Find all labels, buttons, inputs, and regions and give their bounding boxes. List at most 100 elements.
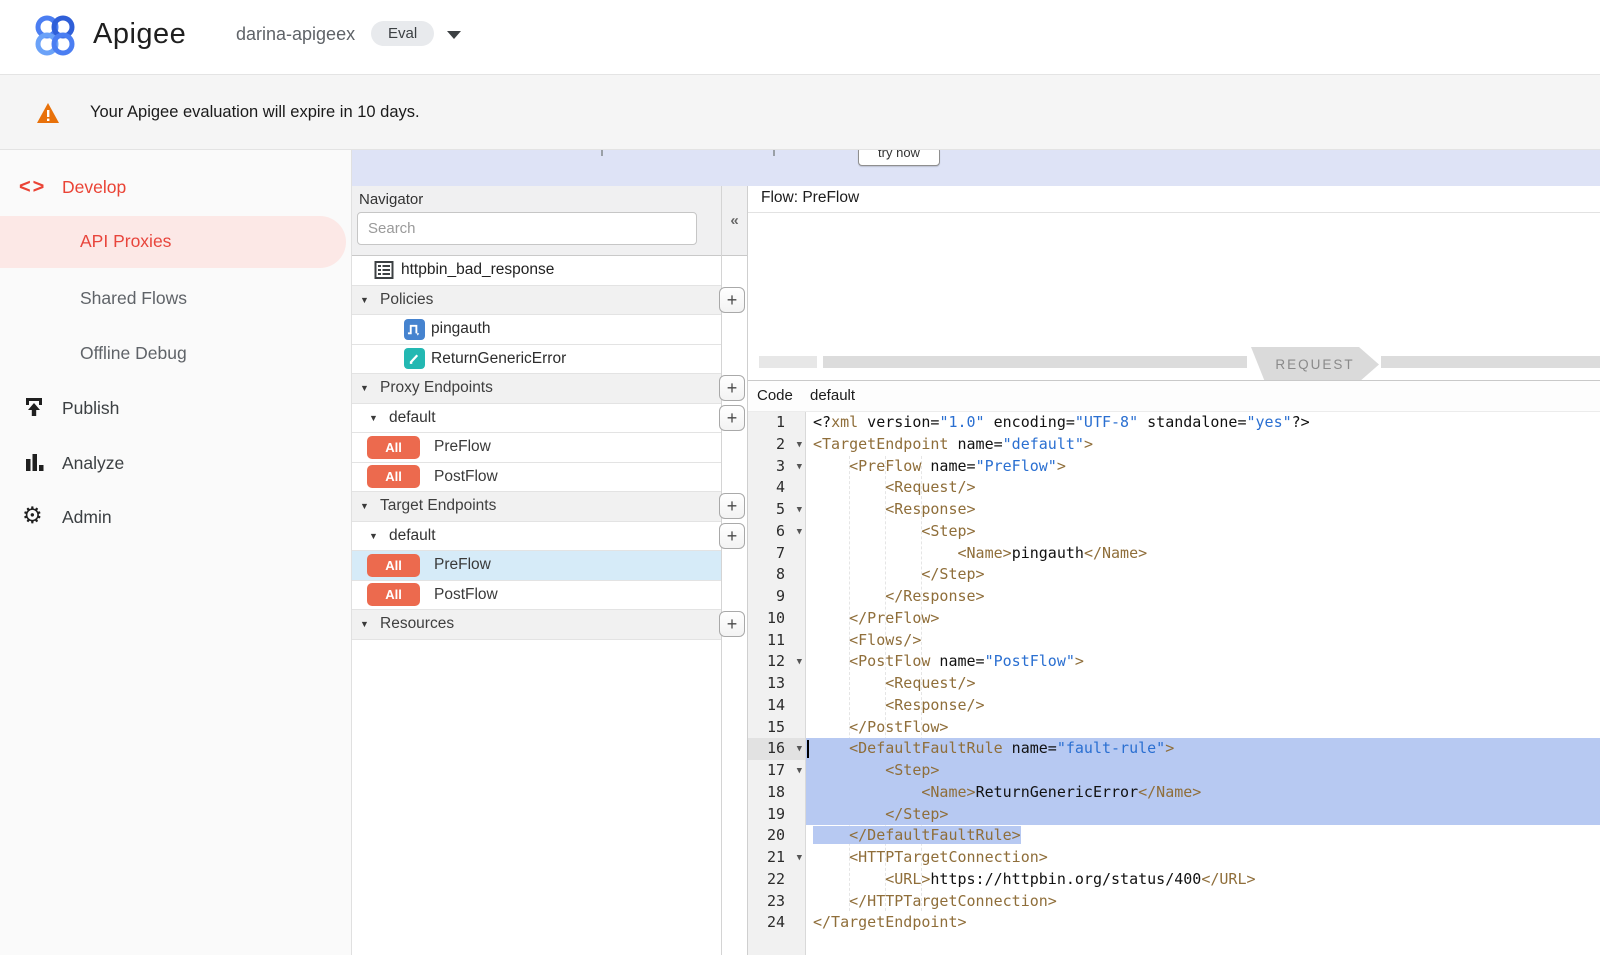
top-bar: Apigee darina-apigeex Eval [0,0,1600,75]
line-number-20: 20 [748,825,805,847]
line-number-3: 3▼ [748,456,805,478]
collapse-triangle-icon[interactable]: ▼ [369,413,383,423]
code-line-1: <?xml version="1.0" encoding="UTF-8" sta… [806,412,1600,434]
try-now-button[interactable]: try now [858,150,940,166]
navigator-tree: httpbin_bad_response▼Policies+pingauthRe… [352,256,721,640]
nav-row-label: default [389,527,436,545]
code-line-10: </PreFlow> [806,608,1600,630]
collapse-navigator-button[interactable]: « [722,212,747,229]
fold-toggle-icon[interactable]: ▼ [797,500,802,522]
apigee-logo-icon [32,13,78,59]
pulse-policy-icon [404,319,425,340]
nav-row-httpbin-bad-response-0[interactable]: httpbin_bad_response [352,256,721,286]
admin-gear-icon: ⚙ [22,504,46,528]
add-button-target-endpoints[interactable]: + [719,493,745,519]
nav-row-pingauth-2[interactable]: pingauth [352,315,721,345]
code-line-4: <Request/> [806,477,1600,499]
add-button-proxy-endpoints[interactable]: + [719,375,745,401]
nav-row-proxy-endpoints-4[interactable]: ▼Proxy Endpoints+ [352,374,721,404]
code-line-6: <Step> [806,521,1600,543]
collapse-triangle-icon[interactable]: ▼ [360,619,374,629]
clipped-toolbar-artifact [601,150,603,156]
nav-row-label: Policies [380,291,433,309]
warning-icon [36,102,60,124]
tab-default[interactable]: default [810,387,855,404]
flow-line [1381,356,1600,368]
add-button-default[interactable]: + [719,405,745,431]
collapse-triangle-icon[interactable]: ▼ [369,531,383,541]
nav-row-default-9[interactable]: ▼default+ [352,522,721,552]
flow-panel-header: Flow: PreFlow [748,186,1600,213]
try-now-label: try now [859,150,939,160]
nav-row-label: Target Endpoints [380,497,496,515]
line-number-1: 1 [748,412,805,434]
code-line-15: </PostFlow> [806,717,1600,739]
add-button-resources[interactable]: + [719,611,745,637]
nav-row-policies-1[interactable]: ▼Policies+ [352,286,721,316]
nav-row-resources-12[interactable]: ▼Resources+ [352,610,721,640]
line-number-8: 8 [748,564,805,586]
sidebar-item-offline-debug[interactable]: Offline Debug [80,343,187,369]
line-number-9: 9 [748,586,805,608]
nav-row-label: PreFlow [434,438,491,456]
fold-toggle-icon[interactable]: ▼ [797,457,802,479]
nav-row-returngenericerror-3[interactable]: ReturnGenericError [352,345,721,375]
sidebar-item-develop[interactable]: <> Develop [0,174,351,204]
collapse-triangle-icon[interactable]: ▼ [360,383,374,393]
sidebar-item-admin[interactable]: ⚙ Admin [0,504,351,534]
line-number-15: 15 [748,717,805,739]
line-number-5: 5▼ [748,499,805,521]
line-number-14: 14 [748,695,805,717]
sidebar-item-analyze[interactable]: Analyze [0,450,351,480]
nav-row-label: ReturnGenericError [431,350,566,368]
add-button-policies[interactable]: + [719,287,745,313]
code-line-5: <Response> [806,499,1600,521]
fold-toggle-icon[interactable]: ▼ [797,652,802,674]
condition-badge: All [367,436,420,459]
line-number-2: 2▼ [748,434,805,456]
condition-badge: All [367,554,420,577]
nav-row-label: default [389,409,436,427]
fold-toggle-icon[interactable]: ▼ [797,848,802,870]
line-number-16: 16▼ [748,738,805,760]
nav-row-default-5[interactable]: ▼default+ [352,404,721,434]
code-line-21: <HTTPTargetConnection> [806,847,1600,869]
code-editor[interactable]: 12▼3▼45▼6▼789101112▼13141516▼17▼18192021… [748,412,1600,955]
org-name[interactable]: darina-apigeex [236,24,355,45]
sidebar-item-label: Publish [62,398,119,419]
sidebar-item-label: Develop [62,177,126,198]
apigee-app: Apigee darina-apigeex Eval Your Apigee e… [0,0,1600,955]
add-button-default[interactable]: + [719,523,745,549]
sidebar-item-label: Analyze [62,453,124,474]
navigator-title: Navigator [359,191,423,208]
nav-row-preflow-10[interactable]: AllPreFlow [352,551,721,581]
nav-row-target-endpoints-8[interactable]: ▼Target Endpoints+ [352,492,721,522]
code-brackets-icon: <> [19,176,46,199]
collapse-triangle-icon[interactable]: ▼ [360,501,374,511]
line-number-24: 24 [748,912,805,934]
code-line-17: <Step> [806,760,1600,782]
sidebar-item-shared-flows[interactable]: Shared Flows [80,288,187,314]
banner-message: Your Apigee evaluation will expire in 10… [90,103,420,122]
code-text-area[interactable]: <?xml version="1.0" encoding="UTF-8" sta… [806,412,1600,955]
fold-toggle-icon[interactable]: ▼ [797,435,802,457]
navigator-search-input[interactable] [357,212,697,245]
nav-row-label: Resources [380,615,454,633]
sidebar-item-publish[interactable]: Publish [0,395,351,425]
navigator-panel: Navigator httpbin_bad_response▼Policies+… [352,186,722,955]
fold-toggle-icon[interactable]: ▼ [797,761,802,783]
code-line-16: <DefaultFaultRule name="fault-rule"> [806,738,1600,760]
line-number-4: 4 [748,477,805,499]
collapse-triangle-icon[interactable]: ▼ [360,295,374,305]
nav-row-preflow-6[interactable]: All PreFlow [352,433,721,463]
code-line-19: </Step> [806,804,1600,826]
nav-row-postflow-11[interactable]: AllPostFlow [352,581,721,611]
fold-toggle-icon[interactable]: ▼ [797,739,802,761]
code-label: Code [757,387,793,404]
fold-toggle-icon[interactable]: ▼ [797,522,802,544]
code-line-14: <Response/> [806,695,1600,717]
nav-row-postflow-7[interactable]: AllPostFlow [352,463,721,493]
sidebar-item-api-proxies[interactable]: API Proxies [0,216,346,268]
line-number-6: 6▼ [748,521,805,543]
org-dropdown-caret-icon[interactable] [447,31,461,39]
